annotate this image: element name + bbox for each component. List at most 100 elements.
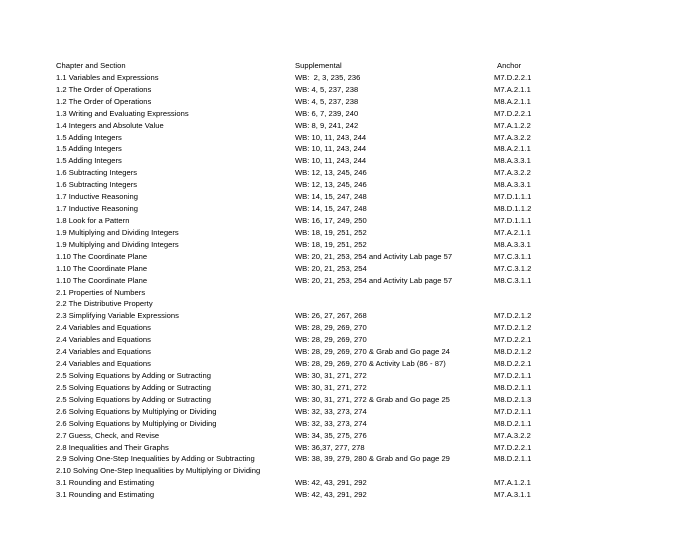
- table-row: 2.5 Solving Equations by Adding or Sutra…: [56, 382, 656, 394]
- cell-chapter-and-section: 1.6 Subtracting Integers: [56, 180, 138, 190]
- cell-anchor: M7.A.1.2.2: [494, 120, 531, 130]
- cell-anchor: M7.A.2.1.1: [494, 227, 531, 237]
- table-row: 1.6 Subtracting Integers WB: 12, 13, 245,…: [56, 167, 656, 179]
- table-row: 1.10 The Coordinate Plane WB: 20, 21, 253…: [56, 275, 656, 287]
- cell-supplemental: WB: 14, 15, 247, 248: [295, 204, 367, 214]
- table-row: 1.2 The Order of Operations WB: 4, 5, 237…: [56, 84, 656, 96]
- cell-anchor: M7.A.3.2.2: [494, 168, 531, 178]
- cell-supplemental: WB: 8, 9, 241, 242: [295, 120, 359, 130]
- table-row: 2.4 Variables and Equations WB: 28, 29, 2…: [56, 334, 656, 346]
- cell-chapter-and-section: 2.8 Inequalities and Their Graphs: [56, 442, 169, 452]
- table-row: 2.1 Properties of Numbers: [56, 287, 656, 299]
- cell-anchor: M7.D.2.2.1: [494, 442, 532, 452]
- column-header-chapter-and-section: Chapter and Section: [56, 61, 126, 70]
- cell-anchor: M8.C.3.1.1: [494, 275, 532, 285]
- cell-supplemental: WB: 18, 19, 251, 252: [295, 239, 367, 249]
- cell-supplemental: WB: 30, 31, 271, 272: [295, 382, 367, 392]
- cell-anchor: M8.D.2.2.1: [494, 359, 532, 369]
- cell-chapter-and-section: 1.9 Multiplying and Dividing Integers: [56, 239, 179, 249]
- cell-chapter-and-section: 1.2 The Order of Operations: [56, 84, 152, 94]
- cell-chapter-and-section: 2.4 Variables and Equations: [56, 323, 151, 333]
- cell-chapter-and-section: 1.7 Inductive Reasoning: [56, 204, 138, 214]
- cell-chapter-and-section: 2.4 Variables and Equations: [56, 359, 151, 369]
- cell-chapter-and-section: 1.10 The Coordinate Plane: [56, 251, 148, 261]
- cell-supplemental: WB: 32, 33, 273, 274: [295, 406, 367, 416]
- cell-supplemental: WB: 32, 33, 273, 274: [295, 418, 367, 428]
- cell-chapter-and-section: 1.10 The Coordinate Plane: [56, 263, 148, 273]
- cell-anchor: M8.D.2.1.2: [494, 347, 532, 357]
- cell-chapter-and-section: 2.2 The Distributive Property: [56, 299, 153, 309]
- cell-supplemental: WB: 10, 11, 243, 244: [295, 156, 367, 166]
- table-row: 2.4 Variables and Equations WB: 28, 29, 2…: [56, 358, 656, 370]
- cell-chapter-and-section: 1.7 Inductive Reasoning: [56, 192, 138, 202]
- cell-chapter-and-section: 2.5 Solving Equations by Adding or Sutra…: [56, 394, 211, 404]
- column-header-anchor: Anchor: [497, 61, 522, 70]
- cell-chapter-and-section: 1.3 Writing and Evaluating Expressions: [56, 108, 189, 118]
- cell-anchor: M7.D.2.2.1: [494, 335, 532, 345]
- cell-anchor: M7.D.2.1.2: [494, 323, 532, 333]
- cell-supplemental: WB: 20, 21, 253, 254: [295, 263, 367, 273]
- cell-supplemental: WB: 30, 31, 271, 272 & Grab and Go page …: [295, 394, 450, 404]
- cell-anchor: M7.D.2.1.1: [494, 370, 532, 380]
- cell-anchor: M7.D.1.1.1: [494, 192, 532, 202]
- table-row: 2.7 Guess, Check, and Revise WB: 34, 35, …: [56, 430, 656, 442]
- cell-supplemental: WB: 30, 31, 271, 272: [295, 370, 367, 380]
- cell-chapter-and-section: 1.4 Integers and Absolute Value: [56, 120, 164, 130]
- cell-chapter-and-section: 1.10 The Coordinate Plane: [56, 275, 148, 285]
- cell-anchor: M7.C.3.1.2: [494, 263, 532, 273]
- cell-chapter-and-section: 2.5 Solving Equations by Adding or Sutra…: [56, 370, 211, 380]
- cell-chapter-and-section: 2.10 Solving One-Step Inequalities by Mu…: [56, 466, 261, 476]
- table-row: 1.7 Inductive Reasoning WB: 14, 15, 247, …: [56, 191, 656, 203]
- table-row: 2.6 Solving Equations by Multiplying or …: [56, 418, 656, 430]
- table-row: 2.6 Solving Equations by Multiplying or …: [56, 406, 656, 418]
- cell-supplemental: WB: 42, 43, 291, 292: [295, 478, 367, 488]
- table-row: 1.3 Writing and Evaluating Expressions WB…: [56, 108, 656, 120]
- cell-supplemental: WB: 38, 39, 279, 280 & Grab and Go page …: [295, 454, 450, 464]
- cell-supplemental: WB: 20, 21, 253, 254 and Activity Lab pa…: [295, 251, 453, 261]
- table-row: 3.1 Rounding and Estimating WB: 42, 43, 2…: [56, 477, 656, 489]
- table-row: 2.4 Variables and Equations WB: 28, 29, 2…: [56, 322, 656, 334]
- cell-anchor: M8.D.2.1.1: [494, 418, 532, 428]
- cell-supplemental: [295, 298, 490, 310]
- table-body: 1.1 Variables and Expressions WB: 2, 3, 2…: [56, 72, 656, 501]
- cell-chapter-and-section: 2.3 Simplifying Variable Expressions: [56, 311, 179, 321]
- table-row: 2.2 The Distributive Property: [56, 298, 656, 310]
- table-row: 1.1 Variables and Expressions WB: 2, 3, 2…: [56, 72, 656, 84]
- table-row: 1.5 Adding Integers WB: 10, 11, 243, 244 M…: [56, 155, 656, 167]
- table-row: 1.2 The Order of Operations WB: 4, 5, 237…: [56, 96, 656, 108]
- cell-supplemental: WB: 12, 13, 245, 246: [295, 168, 367, 178]
- cell-supplemental: WB: 42, 43, 291, 292: [295, 490, 367, 500]
- cell-chapter-and-section: 1.9 Multiplying and Dividing Integers: [56, 227, 179, 237]
- cell-anchor: M7.A.3.2.2: [494, 132, 531, 142]
- cell-supplemental: [295, 287, 490, 299]
- cell-chapter-and-section: 2.5 Solving Equations by Adding or Sutra…: [56, 382, 211, 392]
- cell-supplemental: WB: 18, 19, 251, 252: [295, 227, 367, 237]
- table-row: 1.6 Subtracting Integers WB: 12, 13, 245,…: [56, 179, 656, 191]
- table-row: 2.8 Inequalities and Their Graphs WB: 36,…: [56, 442, 656, 454]
- cell-anchor: M8.A.2.1.1: [494, 144, 531, 154]
- correlation-table: Chapter and Section Supplemental Anchor …: [56, 60, 656, 501]
- cell-supplemental: WB: 34, 35, 275, 276: [295, 430, 367, 440]
- column-header-supplemental: Supplemental: [295, 61, 342, 70]
- table-row: 2.10 Solving One-Step Inequalities by Mu…: [56, 465, 656, 477]
- table-row: 1.10 The Coordinate Plane WB: 20, 21, 253…: [56, 263, 656, 275]
- cell-anchor: M7.A.2.1.1: [494, 84, 531, 94]
- cell-supplemental: WB: 36,37, 277, 278: [295, 442, 365, 452]
- cell-chapter-and-section: 3.1 Rounding and Estimating: [56, 490, 155, 500]
- cell-anchor: M7.D.1.1.1: [494, 215, 532, 225]
- table-header-row: Chapter and Section Supplemental Anchor: [56, 60, 656, 72]
- cell-supplemental: WB: 4, 5, 237, 238: [295, 84, 359, 94]
- cell-supplemental: WB: 14, 15, 247, 248: [295, 192, 367, 202]
- table-row: 1.4 Integers and Absolute Value WB: 8, 9,…: [56, 120, 656, 132]
- cell-supplemental: WB: 26, 27, 267, 268: [295, 311, 367, 321]
- cell-anchor: M7.C.3.1.1: [494, 251, 532, 261]
- cell-supplemental: WB: 12, 13, 245, 246: [295, 180, 367, 190]
- cell-anchor: M8.A.3.3.1: [494, 180, 531, 190]
- cell-anchor: [490, 465, 656, 477]
- table-row: 1.9 Multiplying and Dividing Integers WB:…: [56, 227, 656, 239]
- cell-anchor: M7.A.3.1.1: [494, 490, 531, 500]
- cell-chapter-and-section: 2.6 Solving Equations by Multiplying or …: [56, 406, 217, 416]
- table-row: 3.1 Rounding and Estimating WB: 42, 43, 2…: [56, 489, 656, 501]
- table-row: 1.5 Adding Integers WB: 10, 11, 243, 244 M…: [56, 143, 656, 155]
- cell-anchor: M8.D.2.1.3: [494, 394, 532, 404]
